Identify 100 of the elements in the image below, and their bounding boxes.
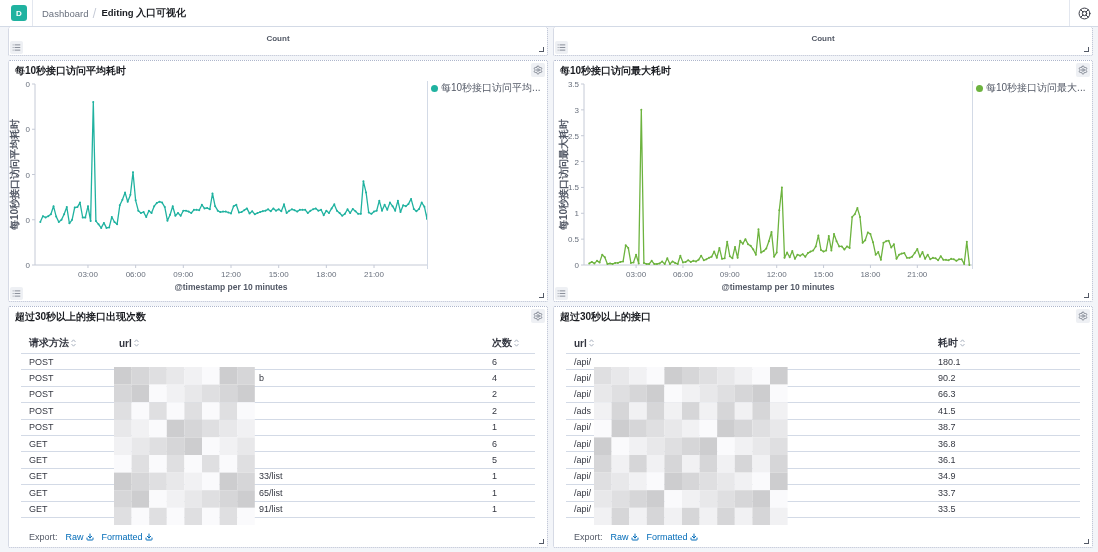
y-tick-label: 2 [574,157,579,167]
y-tick-label: 0 [25,215,30,225]
legend-toggle-button[interactable] [10,287,23,300]
y-tick-label: 1.5 [567,183,579,193]
resize-handle[interactable] [1084,539,1089,544]
table-cell: /api/ [574,356,591,367]
column-label: 次数 [492,336,512,350]
table-cell: /api/ [574,455,591,466]
table-cell: 41.5 [938,405,956,416]
x-axis-title: @timestamp per 10 minutes [721,282,835,292]
legend-item[interactable]: 每10秒接口访问平均... [431,81,541,95]
column-label: 耗时 [938,336,958,350]
table-cell: 33.7 [938,487,956,498]
download-icon [85,532,94,541]
y-tick-label: 3 [574,105,579,115]
y-tick-label: 0 [574,261,579,270]
export-label: Export: [29,531,58,542]
table-cell: /api/ [574,504,591,515]
table-cell: 38.7 [938,422,956,433]
column-header[interactable]: url [574,337,594,349]
x-tick-label: 21:00 [364,270,385,279]
breadcrumb: Editing 入口可视化 [101,6,187,20]
table-cell: 91/list [259,504,283,515]
table-cell: 65/list [259,487,283,498]
x-tick-label: 03:00 [77,270,98,279]
settings-button[interactable] [531,63,545,77]
panel-title: 超过30秒以上的接口出现次数 [15,311,147,323]
table-cell: 33/list [259,471,283,482]
column-header[interactable]: 耗时 [938,336,965,350]
table-cell: POST [29,356,54,367]
download-icon [144,532,153,541]
y-tick-label: 2.5 [567,131,579,141]
x-tick-label: 21:00 [907,270,928,279]
table-cell: GET [29,504,48,515]
sort-icon [588,339,594,347]
legend-toggle-button[interactable] [10,41,23,54]
y-tick-label: 0 [25,125,30,135]
axis-title: Count [811,34,835,43]
download-icon [689,532,698,541]
table-cell: 66.3 [938,389,956,400]
column-header[interactable]: 次数 [492,336,519,350]
table-cell: /api/ [574,487,591,498]
breadcrumb[interactable]: Dashboard [42,7,89,19]
x-tick-label: 18:00 [316,270,337,279]
axis-title: Count [266,34,290,43]
export-link[interactable]: Formatted [101,531,153,542]
y-tick-label: 0 [25,170,30,180]
x-tick-label: 18:00 [860,270,881,279]
table-cell: 36.8 [938,438,956,449]
settings-button[interactable] [531,309,545,323]
column-header[interactable]: url [119,337,139,349]
export-link[interactable]: Raw [65,531,94,542]
table-cell: /api/ [574,422,591,433]
table-cell: 6 [492,438,497,449]
y-axis-title: 每10秒接口访问最大耗时 [558,118,569,231]
y-tick-label: 0.5 [567,235,579,245]
legend-item[interactable]: 每10秒接口访问最大... [976,81,1086,95]
column-label: url [119,337,132,349]
y-tick-label: 1 [574,209,579,219]
table-cell: /api/ [574,471,591,482]
table-cell: 1 [492,487,497,498]
export-link[interactable]: Formatted [646,531,698,542]
table-cell: GET [29,471,48,482]
table-cell: 2 [492,405,497,416]
resize-handle[interactable] [539,539,544,544]
x-tick-label: 09:00 [719,270,740,279]
resize-handle[interactable] [1084,293,1089,298]
resize-handle[interactable] [1084,47,1089,52]
help-icon[interactable] [1077,6,1091,20]
table-cell: POST [29,373,54,384]
table-cell: 180.1 [938,356,961,367]
settings-button[interactable] [1076,309,1090,323]
table-cell: 5 [492,455,497,466]
settings-button[interactable] [1076,63,1090,77]
table-cell: 36.1 [938,455,956,466]
resize-handle[interactable] [539,47,544,52]
legend-toggle-button[interactable] [555,287,568,300]
y-axis-title: 每10秒接口访问平均耗时 [9,118,20,231]
legend-toggle-button[interactable] [555,41,568,54]
y-tick-label: 0 [25,261,30,270]
x-tick-label: 09:00 [173,270,194,279]
sort-icon [960,339,965,347]
table-cell: 1 [492,471,497,482]
table-cell: b [259,373,264,384]
table-cell: 6 [492,356,497,367]
table-cell: GET [29,438,48,449]
table-cell: 2 [492,389,497,400]
y-tick-label: 0 [25,80,30,89]
table-cell: /ads [574,405,591,416]
table-cell: 90.2 [938,373,956,384]
resize-handle[interactable] [539,293,544,298]
download-icon [630,532,639,541]
sort-icon [133,339,139,347]
panel-title: 超过30秒以上的接口 [560,311,652,323]
table-cell: 34.9 [938,471,956,482]
table-cell: POST [29,405,54,416]
x-tick-label: 06:00 [672,270,693,279]
x-tick-label: 15:00 [268,270,289,279]
table-cell: 33.5 [938,504,956,515]
export-link[interactable]: Raw [610,531,639,542]
